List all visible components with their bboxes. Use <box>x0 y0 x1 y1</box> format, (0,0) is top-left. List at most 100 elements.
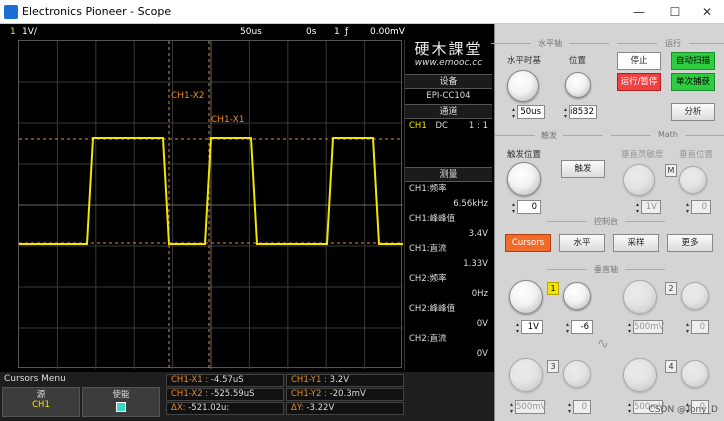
trigger-position-label: 触发位置 <box>507 150 542 160</box>
stop-button[interactable]: 停止 <box>617 52 661 70</box>
waveform-grid[interactable]: CH1-X2 CH1-X1 <box>18 40 403 369</box>
ch4-scale-knob[interactable] <box>623 358 657 392</box>
cursor-x1-label: CH1-X1 <box>211 115 245 125</box>
enable-toggle[interactable]: 使能 <box>82 387 160 417</box>
math-position-knob[interactable] <box>679 166 707 194</box>
enable-label: 使能 <box>112 390 130 400</box>
cursor-menu-title: Cursors Menu <box>4 374 66 384</box>
cursor-x2-readout: CH1-X2 : -525.59uS <box>166 388 284 401</box>
logo: 硬木課堂 www.emooc.cc <box>405 40 492 74</box>
source-label: 源 <box>36 390 46 400</box>
acquire-button[interactable]: 采样 <box>613 234 659 252</box>
trigger-level: 0.00mV <box>370 27 405 37</box>
ch1-position-knob[interactable] <box>563 282 591 310</box>
math-scale-label: 垂直灵敏度 <box>621 150 664 160</box>
measurement-value: 0V <box>476 319 488 329</box>
measurement-label: CH2:直流 <box>409 334 447 344</box>
ch3-scale-knob[interactable] <box>509 358 543 392</box>
channel-row: CH1 DC 1 : 1 <box>405 119 492 134</box>
ch4-position-knob[interactable] <box>681 360 709 388</box>
ch2-scale-input[interactable]: 500mV <box>626 320 664 335</box>
logo-url: www.emooc.cc <box>414 58 483 68</box>
measurement-label: CH1:峰峰值 <box>409 214 456 224</box>
watermark: CSDN @Tony_D <box>648 405 718 415</box>
timebase-input[interactable]: 50us <box>510 105 545 120</box>
vertical-wave-icon: ∿ <box>597 336 609 352</box>
logo-text: 硬木課堂 <box>414 40 483 58</box>
enable-checkbox-icon[interactable] <box>116 402 126 412</box>
ch2-scale-knob[interactable] <box>623 280 657 314</box>
control-panel: 水平轴 水平时基 位置 50us i8532 运行 停止 自动扫描 运行/暂停 … <box>491 24 724 421</box>
timebase-knob[interactable] <box>507 70 539 102</box>
channel-number: 1 <box>10 27 16 37</box>
close-button[interactable]: ✕ <box>690 2 724 22</box>
run-section-title: 运行 <box>617 38 724 49</box>
minimize-button[interactable]: — <box>622 2 656 22</box>
position-label: 位置 <box>569 56 587 66</box>
position-input[interactable]: i8532 <box>562 105 597 120</box>
measure-header: 测量 <box>405 167 492 182</box>
time-offset: 0s <box>306 27 317 37</box>
measurement-label: CH2:频率 <box>409 274 447 284</box>
more-button[interactable]: 更多 <box>667 234 713 252</box>
ch3-scale-input[interactable]: 500mV <box>508 400 546 415</box>
horizontal-section-title: 水平轴 <box>491 38 609 49</box>
measurement-label: CH1:直流 <box>409 244 447 254</box>
analyze-button[interactable]: 分析 <box>671 103 715 121</box>
ch2-position-knob[interactable] <box>681 282 709 310</box>
ch2-select-button[interactable]: 2 <box>665 282 677 295</box>
vertical-scale: 1V/ <box>22 27 37 37</box>
math-scale-knob[interactable] <box>623 164 655 196</box>
trigger-channel: 1 <box>334 27 340 37</box>
horizontal-menu-button[interactable]: 水平 <box>559 234 605 252</box>
center-axes <box>19 41 403 369</box>
app-icon <box>4 5 18 19</box>
measurement-value: 0V <box>476 349 488 359</box>
source-value: CH1 <box>32 400 50 410</box>
waveform-svg <box>19 41 403 369</box>
cursors-button[interactable]: Cursors <box>505 234 551 252</box>
ch3-position-input[interactable]: 0 <box>566 400 591 415</box>
trigger-button[interactable]: 触发 <box>561 160 605 178</box>
trigger-position-input[interactable]: 0 <box>510 200 541 215</box>
trigger-position-knob[interactable] <box>507 162 541 196</box>
measurement-label: CH1:频率 <box>409 184 447 194</box>
title-bar: Electronics Pioneer - Scope — ☐ ✕ <box>0 0 724 24</box>
ch2-position-input[interactable]: 0 <box>684 320 709 335</box>
timebase-label: 水平时基 <box>507 56 542 66</box>
single-capture-button[interactable]: 单次捕获 <box>671 73 715 91</box>
math-section-title: Math <box>611 130 724 139</box>
auto-scale-button[interactable]: 自动扫描 <box>671 52 715 70</box>
channel-row-ratio: 1 : 1 <box>468 121 488 131</box>
window-title: Electronics Pioneer - Scope <box>22 5 172 18</box>
ch1-scale-knob[interactable] <box>509 280 543 314</box>
math-position-input[interactable]: 0 <box>684 200 711 215</box>
ch3-select-button[interactable]: 3 <box>547 360 559 373</box>
cursor-menu-bar: Cursors Menu 源 CH1 使能 CH1-X1 : -4.57uS C… <box>0 372 494 421</box>
measurement-value: 3.4V <box>468 229 488 239</box>
trigger-edge-icon: ƒ <box>345 27 349 37</box>
source-selector[interactable]: 源 CH1 <box>2 387 80 417</box>
channel-row-coupling: DC <box>435 121 448 131</box>
ch4-select-button[interactable]: 4 <box>665 360 677 373</box>
cursor-x1-readout: CH1-X1 : -4.57uS <box>166 374 284 387</box>
timebase-readout: 50us <box>240 27 262 37</box>
measurement-value: 6.56kHz <box>453 199 488 209</box>
measurement-panel: 硬木課堂 www.emooc.cc 设备 EPI-CC104 通道 CH1 DC… <box>404 40 492 370</box>
measurement-value: 0Hz <box>471 289 488 299</box>
maximize-button[interactable]: ☐ <box>658 2 692 22</box>
cursor-dy-readout: ΔY: -3.22V <box>286 402 404 415</box>
run-stop-button[interactable]: 运行/暂停 <box>617 73 661 91</box>
channel-row-ch: CH1 <box>409 121 427 131</box>
math-scale-input[interactable]: 1V <box>634 200 661 215</box>
device-name: EPI-CC104 <box>426 91 471 101</box>
ch1-position-input[interactable]: -6 <box>564 320 593 335</box>
trigger-section-title: 触发 <box>495 131 603 140</box>
ch1-select-button[interactable]: 1 <box>547 282 559 295</box>
ch1-scale-input[interactable]: 1V <box>514 320 543 335</box>
cursor-y2-readout: CH1-Y2 : -20.3mV <box>286 388 404 401</box>
position-knob[interactable] <box>565 72 591 98</box>
channel-header: 通道 <box>405 104 492 119</box>
math-m-button[interactable]: M <box>665 164 677 177</box>
ch3-position-knob[interactable] <box>563 360 591 388</box>
